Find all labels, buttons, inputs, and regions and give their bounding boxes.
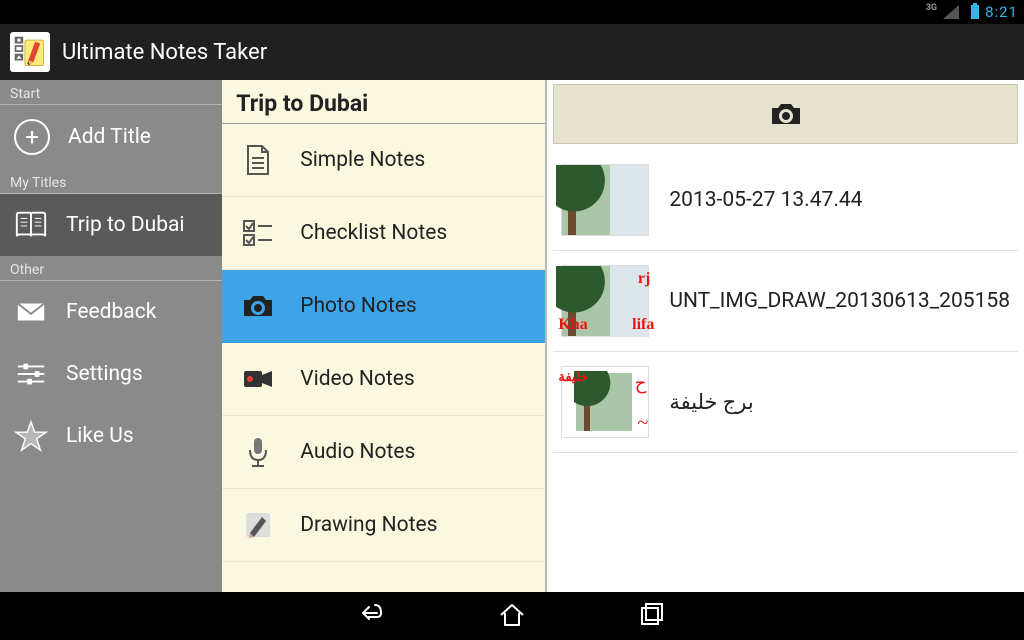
sidebar-item-settings[interactable]: Settings	[0, 343, 222, 405]
notetype-audio-label: Audio Notes	[300, 440, 415, 464]
signal-icon	[943, 5, 959, 19]
annotation-text: Bu	[560, 270, 580, 288]
annotation-text: Kha	[558, 316, 587, 334]
battery-icon	[971, 5, 979, 19]
annotation-text: rj	[638, 270, 650, 288]
notetype-drawing-label: Drawing Notes	[300, 513, 437, 537]
document-icon	[240, 142, 276, 178]
recents-button[interactable]	[637, 599, 667, 633]
annotation-text: lifa	[632, 316, 654, 334]
annotation-squiggle: ح	[635, 373, 647, 394]
sidebar-section-mytitles: My Titles	[0, 169, 222, 194]
sidebar: Start + Add Title My Titles Trip to Duba…	[0, 80, 222, 592]
annotation-text: خليفة	[558, 369, 588, 385]
app-icon	[10, 32, 50, 72]
network-3g-label: 3G	[926, 4, 937, 12]
add-title-button[interactable]: + Add Title	[0, 105, 222, 169]
notetype-video-label: Video Notes	[300, 367, 414, 391]
sidebar-item-trip-label: Trip to Dubai	[66, 213, 185, 237]
take-photo-button[interactable]	[553, 84, 1018, 144]
right-pane: 2013-05-27 13.47.44 Bu rj Kha lifa UNT_I…	[547, 80, 1024, 592]
photo-list: 2013-05-27 13.47.44 Bu rj Kha lifa UNT_I…	[547, 144, 1024, 459]
notetype-checklist[interactable]: Checklist Notes	[222, 197, 545, 270]
photo-label: 2013-05-27 13.47.44	[669, 188, 1010, 212]
note-types-panel: Trip to Dubai Simple Notes Checklist Not…	[222, 80, 547, 592]
photo-label: برج خليفة	[669, 390, 1010, 415]
photo-item[interactable]: خليفة ح ~ برج خليفة	[553, 352, 1018, 453]
plus-circle-icon: +	[14, 119, 50, 155]
notetype-simple-label: Simple Notes	[300, 148, 425, 172]
sidebar-item-settings-label: Settings	[66, 362, 143, 386]
notetype-photo[interactable]: Photo Notes	[222, 270, 545, 343]
sidebar-section-start: Start	[0, 80, 222, 105]
note-types-header: Trip to Dubai	[222, 80, 545, 124]
photo-thumbnail: Bu rj Kha lifa	[561, 265, 649, 337]
photo-item[interactable]: 2013-05-27 13.47.44	[553, 150, 1018, 251]
sidebar-item-trip[interactable]: Trip to Dubai	[0, 194, 222, 256]
notetype-checklist-label: Checklist Notes	[300, 221, 447, 245]
sidebar-section-other: Other	[0, 256, 222, 281]
pencil-icon	[240, 507, 276, 543]
photo-item[interactable]: Bu rj Kha lifa UNT_IMG_DRAW_20130613_205…	[553, 251, 1018, 352]
microphone-icon	[240, 434, 276, 470]
checklist-icon	[240, 215, 276, 251]
sidebar-item-feedback-label: Feedback	[66, 300, 156, 324]
camera-icon	[240, 288, 276, 324]
sidebar-item-likeus[interactable]: Like Us	[0, 405, 222, 467]
photo-thumbnail	[561, 164, 649, 236]
photo-thumbnail: خليفة ح ~	[561, 366, 649, 438]
action-bar: Ultimate Notes Taker	[0, 24, 1024, 80]
notetype-simple[interactable]: Simple Notes	[222, 124, 545, 197]
sidebar-item-feedback[interactable]: Feedback	[0, 281, 222, 343]
clock: 8:21	[985, 3, 1018, 21]
mail-icon	[14, 295, 48, 329]
add-title-label: Add Title	[68, 125, 151, 149]
home-button[interactable]	[497, 599, 527, 633]
star-icon	[14, 419, 48, 453]
video-icon	[240, 361, 276, 397]
main: Start + Add Title My Titles Trip to Duba…	[0, 80, 1024, 592]
notetype-video[interactable]: Video Notes	[222, 343, 545, 416]
photo-label: UNT_IMG_DRAW_20130613_205158	[669, 289, 1010, 313]
camera-icon	[768, 96, 804, 132]
notetype-drawing[interactable]: Drawing Notes	[222, 489, 545, 562]
notetype-photo-label: Photo Notes	[300, 294, 416, 318]
system-navbar	[0, 592, 1024, 640]
annotation-squiggle: ~	[638, 412, 649, 435]
sidebar-item-likeus-label: Like Us	[66, 424, 134, 448]
app-title: Ultimate Notes Taker	[62, 40, 267, 65]
status-bar: 3G 8:21	[0, 0, 1024, 24]
back-button[interactable]	[357, 599, 387, 633]
sliders-icon	[14, 357, 48, 391]
book-icon	[14, 208, 48, 242]
notetype-audio[interactable]: Audio Notes	[222, 416, 545, 489]
